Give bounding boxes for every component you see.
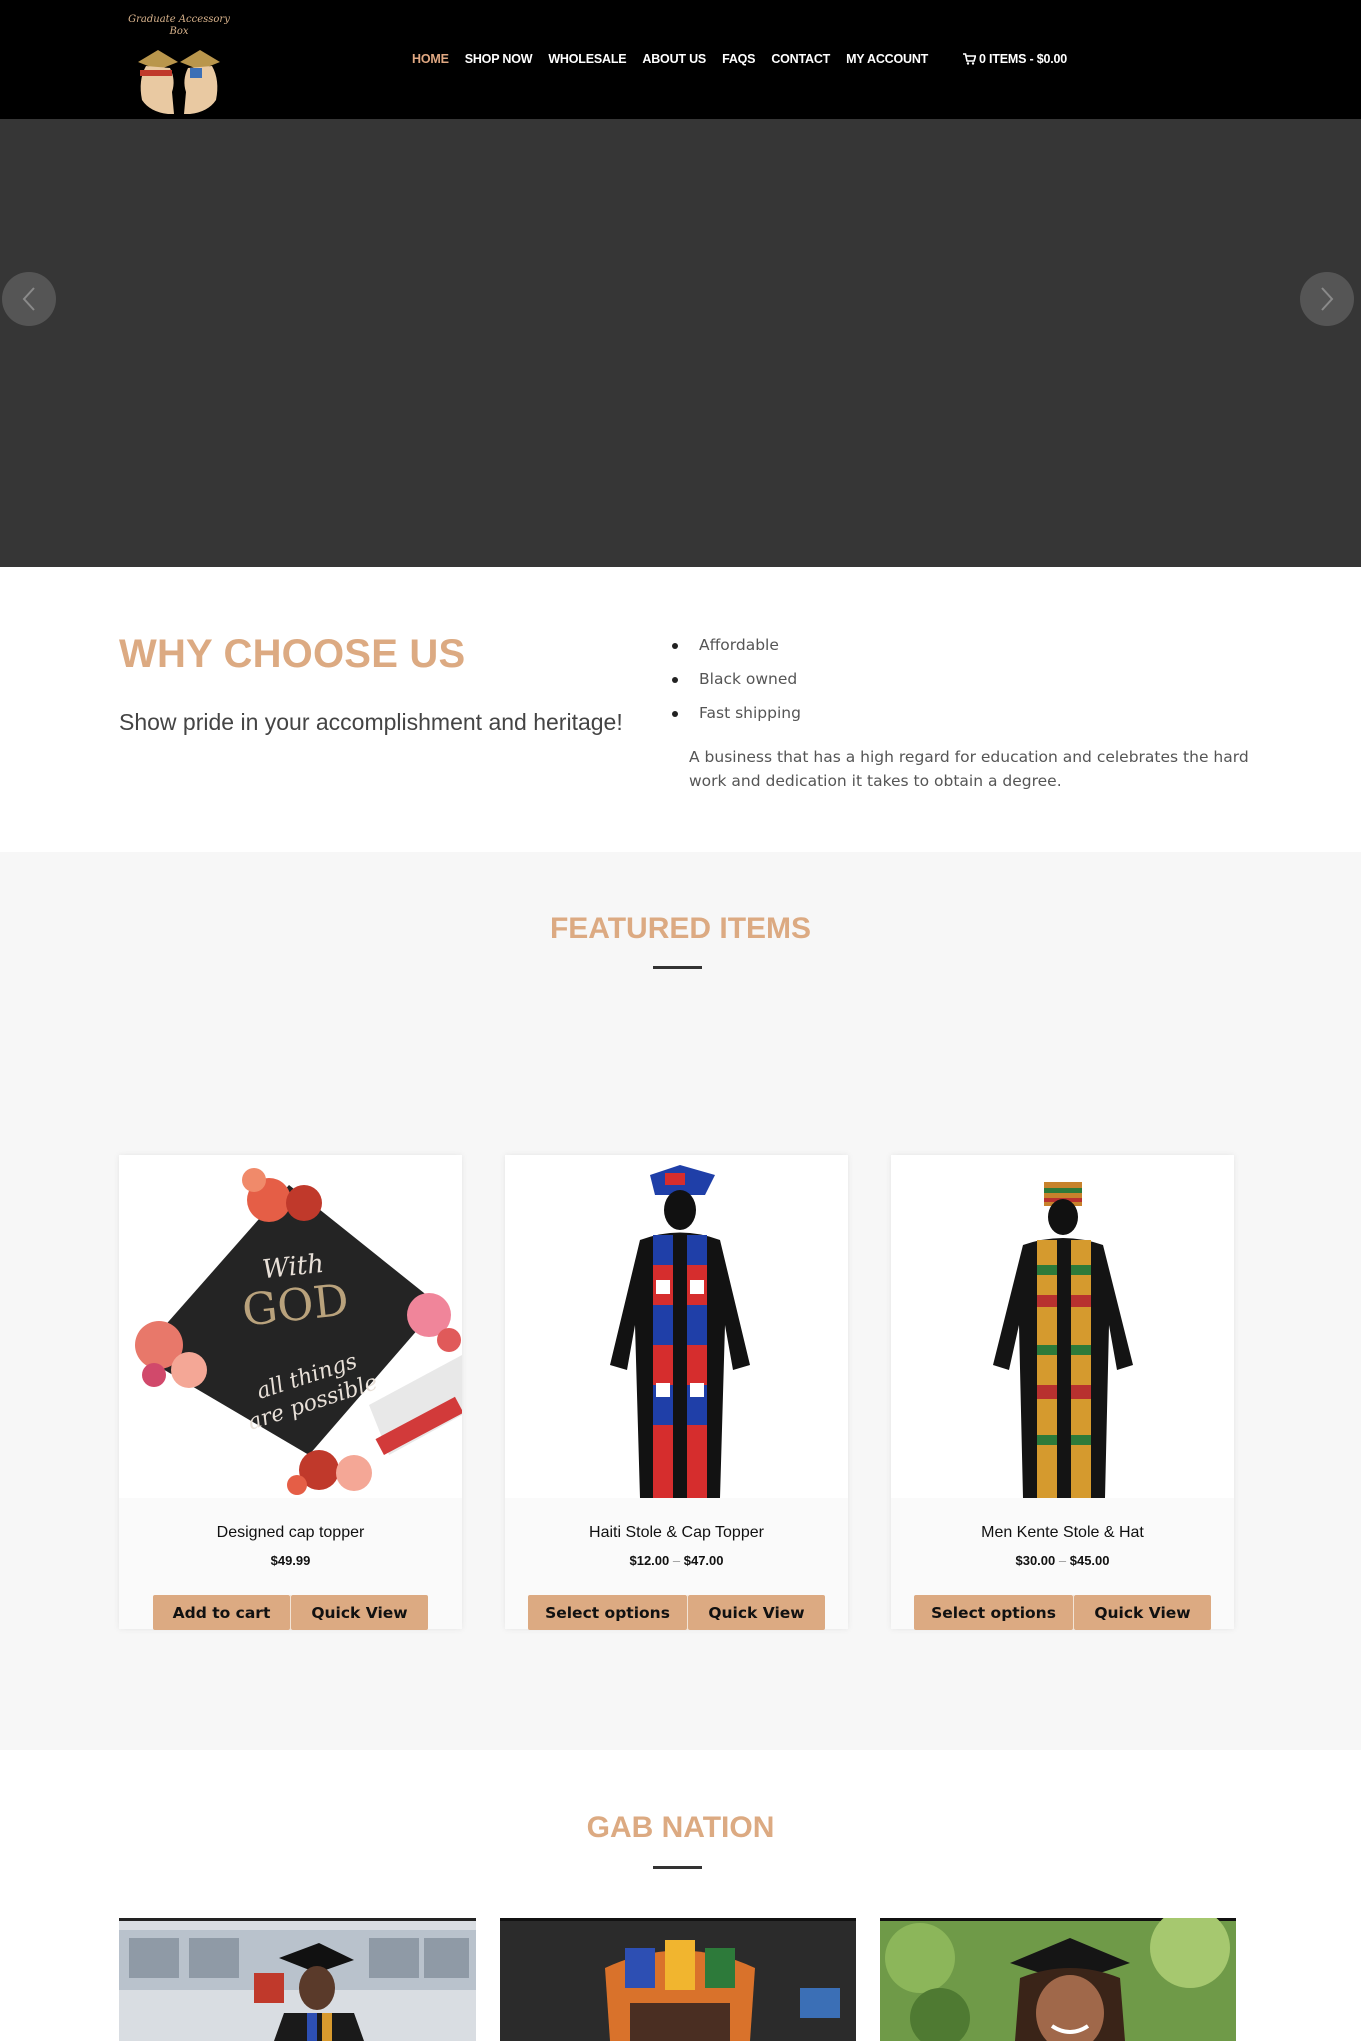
featured-title: FEATURED ITEMS xyxy=(549,912,812,945)
gab-title: GAB NATION xyxy=(586,1811,775,1844)
cart-icon xyxy=(963,53,976,65)
site-header: Graduate Accessory Box HOME SHOP NOW WHO… xyxy=(0,0,1361,119)
why-point: Affordable xyxy=(672,635,801,669)
product-name[interactable]: Haiti Stole & Cap Topper xyxy=(505,1524,848,1542)
why-point: Fast shipping xyxy=(672,703,801,737)
price-high: $45.00 xyxy=(1069,1553,1110,1568)
main-nav: HOME SHOP NOW WHOLESALE ABOUT US FAQS CO… xyxy=(412,52,944,68)
why-description: A business that has a high regard for ed… xyxy=(689,748,1249,790)
why-title: WHY CHOOSE US xyxy=(119,632,466,676)
product-image[interactable]: With GOD all things are possible xyxy=(119,1155,462,1498)
product-card: With GOD all things are possible Designe… xyxy=(119,1155,462,1630)
logo-text-line1: Graduate Accessory xyxy=(128,14,230,25)
site-logo[interactable]: Graduate Accessory Box xyxy=(128,10,230,114)
featured-items-section: FEATURED ITEMS With GOD all things are p… xyxy=(0,852,1361,1750)
nav-home[interactable]: HOME xyxy=(412,52,449,68)
price-separator: – xyxy=(1058,1553,1067,1568)
select-options-button[interactable]: Select options xyxy=(914,1595,1073,1630)
kente-stole-image-icon xyxy=(891,1155,1234,1498)
gab-divider xyxy=(653,1866,702,1869)
nav-about-us[interactable]: ABOUT US xyxy=(642,52,706,68)
chevron-right-icon xyxy=(1321,287,1334,311)
price-separator: – xyxy=(672,1553,681,1568)
nav-wholesale[interactable]: WHOLESALE xyxy=(548,52,626,68)
haiti-stole-image-icon xyxy=(505,1155,848,1498)
slider-prev-button[interactable] xyxy=(2,272,56,326)
price-low: $12.00 xyxy=(629,1553,670,1568)
nav-contact[interactable]: CONTACT xyxy=(771,52,830,68)
nav-my-account[interactable]: MY ACCOUNT xyxy=(846,52,928,68)
product-price: $30.00 – $45.00 xyxy=(891,1553,1234,1568)
gallery-photo[interactable] xyxy=(880,1918,1236,2041)
chevron-left-icon xyxy=(22,287,35,311)
gallery-photo[interactable] xyxy=(500,1918,856,2041)
quick-view-button[interactable]: Quick View xyxy=(291,1595,428,1630)
nav-faqs[interactable]: FAQS xyxy=(722,52,755,68)
cart-summary: 0 ITEMS - $0.00 xyxy=(979,52,1068,66)
product-card: Men Kente Stole & Hat $30.00 – $45.00 Se… xyxy=(891,1155,1234,1630)
gallery-photo[interactable] xyxy=(119,1918,476,2041)
graduate-heads-logo-icon xyxy=(138,50,220,114)
nav-shop-now[interactable]: SHOP NOW xyxy=(465,52,533,68)
product-name[interactable]: Men Kente Stole & Hat xyxy=(891,1524,1234,1542)
why-point: Black owned xyxy=(672,669,801,703)
featured-divider xyxy=(653,966,702,969)
hero-slider xyxy=(0,119,1361,567)
gab-nation-section: GAB NATION xyxy=(0,1750,1361,2041)
quick-view-button[interactable]: Quick View xyxy=(1074,1595,1211,1630)
price-high: $47.00 xyxy=(683,1553,724,1568)
kente-graduate-photo-image-icon xyxy=(500,1918,856,2041)
why-points-list: Affordable Black owned Fast shipping xyxy=(672,635,801,737)
quick-view-button[interactable]: Quick View xyxy=(688,1595,825,1630)
price-value: $49.99 xyxy=(270,1553,311,1568)
why-subtitle: Show pride in your accomplishment and he… xyxy=(119,709,623,735)
product-price: $49.99 xyxy=(119,1553,462,1568)
cart-link[interactable]: 0 ITEMS - $0.00 xyxy=(963,52,1067,66)
product-image[interactable] xyxy=(505,1155,848,1498)
product-image[interactable] xyxy=(891,1155,1234,1498)
product-card: Haiti Stole & Cap Topper $12.00 – $47.00… xyxy=(505,1155,848,1630)
product-price: $12.00 – $47.00 xyxy=(505,1553,848,1568)
add-to-cart-button[interactable]: Add to cart xyxy=(153,1595,290,1630)
logo-text-line2: Box xyxy=(169,26,189,37)
price-low: $30.00 xyxy=(1015,1553,1056,1568)
cap-topper-image-icon: With GOD all things are possible xyxy=(119,1155,462,1498)
why-choose-us-section: WHY CHOOSE US Show pride in your accompl… xyxy=(0,567,1361,852)
slider-next-button[interactable] xyxy=(1300,272,1354,326)
smiling-graduate-photo-image-icon xyxy=(880,1918,1236,2041)
graduate-photo-image-icon xyxy=(119,1918,476,2041)
logo-text: Graduate Accessory Box xyxy=(128,14,230,38)
select-options-button[interactable]: Select options xyxy=(528,1595,687,1630)
product-name[interactable]: Designed cap topper xyxy=(119,1524,462,1542)
